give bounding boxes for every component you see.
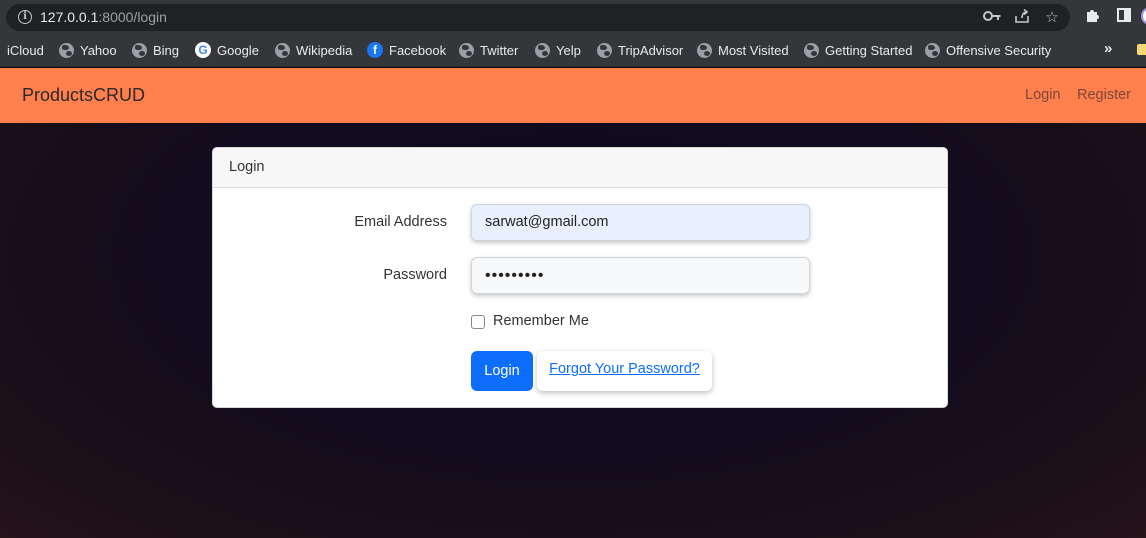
- folder-icon[interactable]: [1137, 44, 1146, 55]
- bookmark-label: Yelp: [556, 42, 581, 58]
- key-icon[interactable]: [982, 8, 1002, 28]
- card-header: Login: [213, 148, 947, 188]
- bookmark-label: Most Visited: [718, 42, 789, 58]
- globe-icon: [804, 42, 819, 58]
- bookmark-wikipedia[interactable]: Wikipedia: [275, 41, 352, 59]
- google-icon: G: [195, 42, 211, 58]
- extensions-icon[interactable]: [1082, 7, 1102, 27]
- bookmark-label: Yahoo: [80, 42, 117, 58]
- nav-link-register[interactable]: Register: [1077, 87, 1131, 103]
- url-path: :8000/login: [98, 9, 167, 25]
- globe-icon: [275, 42, 290, 58]
- bookmark-label: Google: [217, 42, 259, 58]
- bookmark-offensive-security[interactable]: Offensive Security: [925, 41, 1051, 59]
- login-button[interactable]: Login: [471, 351, 533, 391]
- bookmark-label: Bing: [153, 42, 180, 58]
- remember-me-checkbox[interactable]: [471, 315, 485, 329]
- bookmark-yelp[interactable]: Yelp: [535, 41, 581, 59]
- globe-icon: [535, 42, 550, 58]
- facebook-icon: f: [367, 42, 383, 58]
- share-icon[interactable]: [1012, 8, 1032, 28]
- globe-icon: [132, 42, 147, 58]
- nav-link-login[interactable]: Login: [1025, 87, 1060, 103]
- bookmark-yahoo[interactable]: Yahoo: [59, 41, 117, 59]
- bookmark-tripadvisor[interactable]: TripAdvisor: [597, 41, 683, 59]
- browser-toolbar: i 127.0.0.1:8000/login ☆: [0, 0, 1146, 34]
- bookmark-label: Twitter: [480, 42, 519, 58]
- url-text[interactable]: 127.0.0.1:8000/login: [40, 9, 167, 25]
- login-card: Login Email Address sarwat@gmail.com Pas…: [212, 147, 948, 408]
- globe-icon: [697, 42, 712, 58]
- bookmarks-bar: iCloud Yahoo Bing G Google Wikipedia f Fac…: [0, 34, 1146, 67]
- password-label: Password: [383, 267, 447, 283]
- bookmark-google[interactable]: G Google: [195, 41, 259, 59]
- forgot-password-link[interactable]: Forgot Your Password?: [537, 351, 712, 391]
- password-field[interactable]: •••••••••: [471, 257, 810, 294]
- globe-icon: [925, 42, 940, 58]
- url-host: 127.0.0.1: [40, 9, 99, 25]
- bookmark-label: Getting Started: [825, 42, 913, 58]
- navbar: ProductsCRUD Login Register: [0, 68, 1146, 123]
- bookmark-bing[interactable]: Bing: [132, 41, 179, 59]
- bookmark-label: Wikipedia: [296, 42, 353, 58]
- info-icon[interactable]: i: [18, 10, 32, 24]
- more-bookmarks-icon[interactable]: »: [1104, 40, 1112, 57]
- address-bar[interactable]: i 127.0.0.1:8000/login ☆: [6, 4, 1070, 31]
- email-field[interactable]: sarwat@gmail.com: [471, 204, 810, 241]
- globe-icon: [59, 42, 74, 58]
- profile-avatar[interactable]: [1141, 7, 1146, 25]
- bookmark-label: iCloud: [7, 42, 44, 58]
- sidepanel-icon[interactable]: [1114, 7, 1134, 27]
- page-content: ProductsCRUD Login Register Login Email …: [0, 68, 1146, 538]
- globe-icon: [597, 42, 612, 58]
- bookmark-twitter[interactable]: Twitter: [459, 41, 518, 59]
- star-icon[interactable]: ☆: [1042, 8, 1062, 28]
- globe-icon: [459, 42, 474, 58]
- bookmark-label: Facebook: [389, 42, 447, 58]
- navbar-brand[interactable]: ProductsCRUD: [22, 85, 145, 106]
- bookmark-label: TripAdvisor: [618, 42, 684, 58]
- bookmark-facebook[interactable]: f Facebook: [367, 41, 446, 59]
- bookmark-getting-started[interactable]: Getting Started: [804, 41, 912, 59]
- email-label: Email Address: [354, 214, 447, 230]
- bookmark-label: Offensive Security: [946, 42, 1052, 58]
- remember-me-label[interactable]: Remember Me: [493, 313, 589, 329]
- bookmark-icloud[interactable]: iCloud: [7, 41, 44, 59]
- bookmark-most-visited[interactable]: Most Visited: [697, 41, 789, 59]
